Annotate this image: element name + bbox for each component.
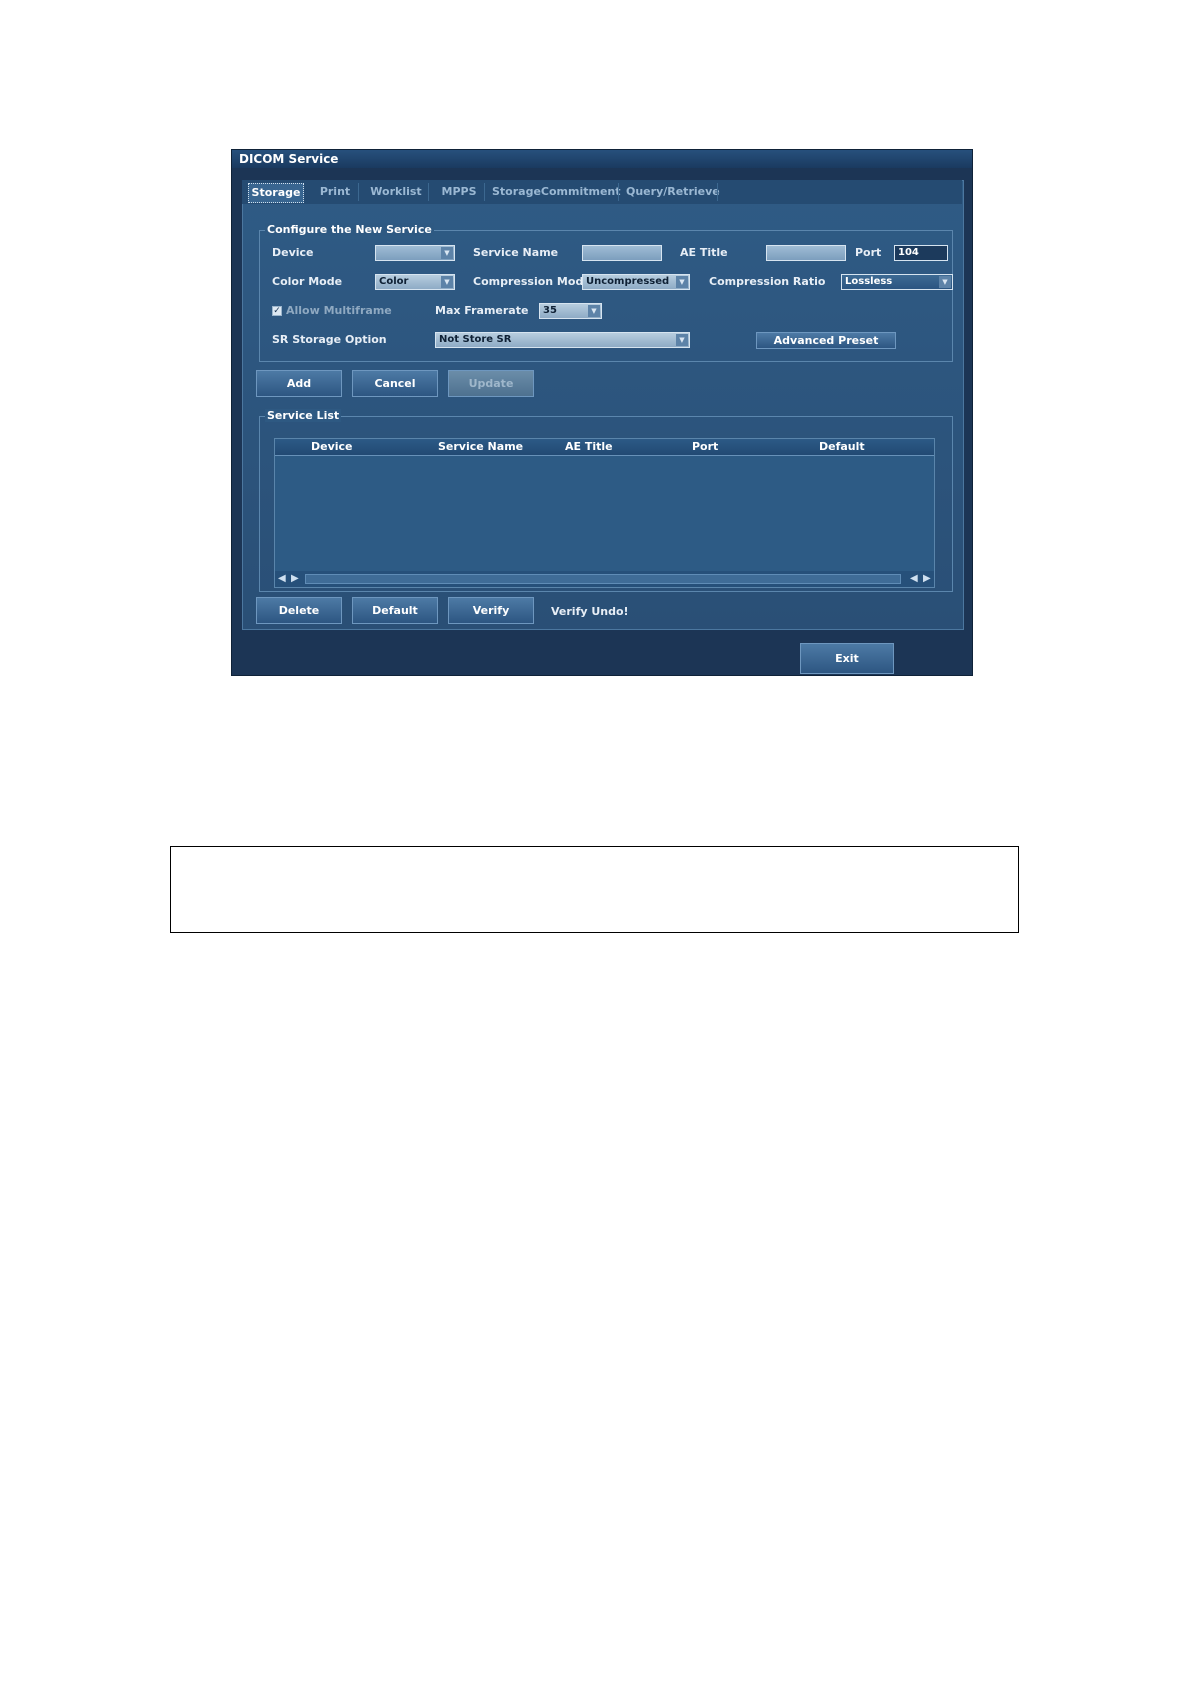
scroll-right-icon[interactable]: ▶ bbox=[923, 573, 931, 584]
tab-query-retrieve[interactable]: Query/Retrieve bbox=[626, 183, 720, 201]
compression-ratio-select[interactable]: Lossless ▼ bbox=[841, 274, 953, 290]
scroll-track[interactable] bbox=[305, 574, 901, 584]
max-framerate-value: 35 bbox=[543, 305, 557, 316]
tab-divider bbox=[428, 183, 429, 201]
column-default[interactable]: Default bbox=[819, 439, 865, 455]
ae-title-input[interactable] bbox=[766, 245, 846, 261]
tab-bar: Storage Print Worklist MPPS StorageCommi… bbox=[242, 180, 962, 204]
compression-ratio-value: Lossless bbox=[845, 276, 893, 287]
cancel-button[interactable]: Cancel bbox=[352, 370, 438, 397]
allow-multiframe-label: Allow Multiframe bbox=[286, 304, 392, 317]
allow-multiframe-checkbox[interactable]: ✓ bbox=[272, 306, 282, 316]
color-mode-select[interactable]: Color ▼ bbox=[375, 274, 455, 290]
sr-storage-select[interactable]: Not Store SR ▼ bbox=[435, 332, 690, 348]
max-framerate-label: Max Framerate bbox=[435, 304, 529, 317]
caption-frame bbox=[170, 846, 1019, 933]
port-label: Port bbox=[855, 246, 882, 259]
compression-mode-value: Uncompressed bbox=[586, 276, 670, 287]
column-service-name[interactable]: Service Name bbox=[438, 439, 523, 455]
service-list-legend: Service List bbox=[265, 409, 342, 422]
column-device[interactable]: Device bbox=[311, 439, 353, 455]
scroll-left-icon[interactable]: ◀ bbox=[278, 573, 286, 584]
tab-print[interactable]: Print bbox=[314, 183, 356, 201]
delete-button[interactable]: Delete bbox=[256, 597, 342, 624]
window-title: DICOM Service bbox=[232, 150, 972, 168]
service-name-input[interactable] bbox=[582, 245, 662, 261]
horizontal-scrollbar[interactable]: ◀ ▶ ◀ ▶ bbox=[275, 571, 934, 587]
service-list-group: Service List Device Service Name AE Titl… bbox=[259, 409, 953, 592]
chevron-down-icon[interactable]: ▼ bbox=[441, 276, 453, 288]
tab-storage[interactable]: Storage bbox=[248, 183, 304, 203]
tab-divider bbox=[358, 183, 359, 201]
exit-button[interactable]: Exit bbox=[800, 643, 894, 674]
tab-mpps[interactable]: MPPS bbox=[436, 183, 482, 201]
tab-divider bbox=[717, 183, 718, 201]
compression-mode-select[interactable]: Uncompressed ▼ bbox=[582, 274, 690, 290]
compression-mode-label: Compression Mode bbox=[473, 275, 591, 288]
ae-title-label: AE Title bbox=[680, 246, 728, 259]
sr-storage-label: SR Storage Option bbox=[272, 333, 387, 346]
service-name-label: Service Name bbox=[473, 246, 559, 259]
default-button[interactable]: Default bbox=[352, 597, 438, 624]
max-framerate-select[interactable]: 35 ▼ bbox=[539, 303, 602, 319]
chevron-down-icon[interactable]: ▼ bbox=[676, 334, 688, 346]
chevron-down-icon[interactable]: ▼ bbox=[676, 276, 688, 288]
add-button[interactable]: Add bbox=[256, 370, 342, 397]
compression-ratio-label: Compression Ratio bbox=[709, 275, 826, 288]
device-label: Device bbox=[272, 246, 314, 259]
dicom-service-window: DICOM Service Storage Print Worklist MPP… bbox=[231, 149, 973, 676]
color-mode-value: Color bbox=[379, 276, 409, 287]
scroll-left-icon[interactable]: ◀ bbox=[910, 573, 918, 584]
sr-storage-value: Not Store SR bbox=[439, 334, 512, 345]
tab-storage-commitment[interactable]: StorageCommitment bbox=[492, 183, 621, 201]
verify-button[interactable]: Verify bbox=[448, 597, 534, 624]
update-button[interactable]: Update bbox=[448, 370, 534, 397]
port-input[interactable]: 104 bbox=[894, 245, 948, 261]
device-select[interactable]: ▼ bbox=[375, 245, 455, 261]
tab-worklist[interactable]: Worklist bbox=[366, 183, 426, 201]
configure-group: Configure the New Service Device ▼ Servi… bbox=[259, 223, 953, 362]
table-header: Device Service Name AE Title Port Defaul… bbox=[275, 439, 934, 456]
tab-divider bbox=[618, 183, 619, 201]
color-mode-label: Color Mode bbox=[272, 275, 343, 288]
chevron-down-icon[interactable]: ▼ bbox=[588, 305, 600, 317]
advanced-preset-button[interactable]: Advanced Preset bbox=[756, 332, 896, 349]
configure-legend: Configure the New Service bbox=[265, 223, 434, 236]
scroll-right-icon[interactable]: ▶ bbox=[291, 573, 299, 584]
service-list-table[interactable]: Device Service Name AE Title Port Defaul… bbox=[274, 438, 935, 588]
chevron-down-icon[interactable]: ▼ bbox=[441, 247, 453, 259]
column-ae-title[interactable]: AE Title bbox=[565, 439, 613, 455]
verify-status: Verify Undo! bbox=[551, 605, 629, 618]
column-port[interactable]: Port bbox=[692, 439, 718, 455]
tab-divider bbox=[484, 183, 485, 201]
chevron-down-icon[interactable]: ▼ bbox=[939, 276, 951, 288]
